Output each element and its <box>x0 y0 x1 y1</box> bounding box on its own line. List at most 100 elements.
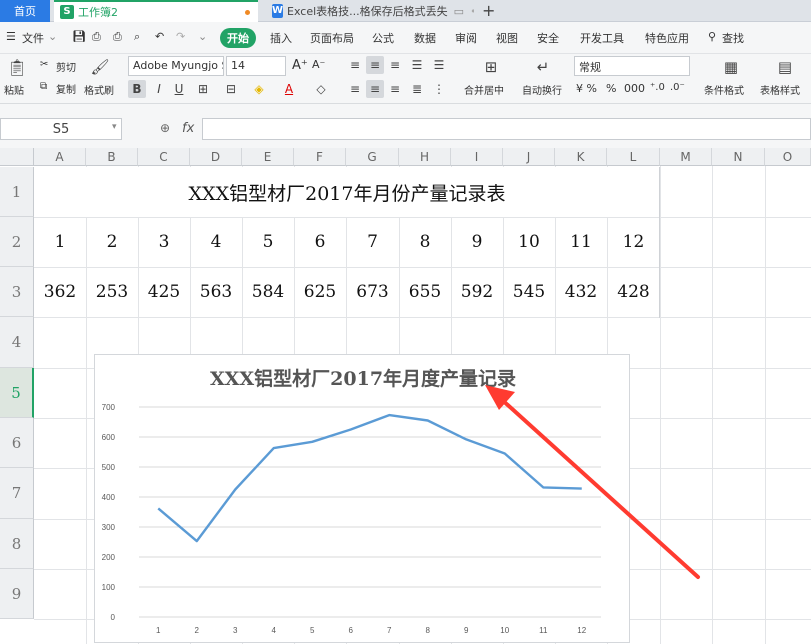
output-cell[interactable]: 584 <box>242 267 294 317</box>
align-center-icon[interactable]: ≡ <box>366 80 384 98</box>
new-tab-button[interactable]: + <box>482 1 495 20</box>
number-format-select[interactable]: 常规 <box>574 56 690 76</box>
tab-home[interactable]: 首页 <box>0 0 50 22</box>
row-header-3[interactable]: 3 <box>0 267 34 317</box>
increase-font-icon[interactable]: A⁺ <box>292 58 308 73</box>
output-cell[interactable]: 428 <box>607 267 660 317</box>
sheet-title-cell[interactable]: XXX铝型材厂2017年月份产量记录表 <box>34 167 660 217</box>
month-cell[interactable]: 11 <box>555 217 607 267</box>
format-painter-button[interactable]: 格式刷 <box>84 82 114 97</box>
output-cell[interactable]: 673 <box>346 267 399 317</box>
formula-input[interactable] <box>202 118 811 140</box>
copy-icon[interactable]: ⧉ <box>40 81 47 92</box>
align-bottom-icon[interactable]: ≡ <box>386 56 404 74</box>
format-painter-icon[interactable]: 🖌︎ <box>90 56 110 78</box>
output-cell[interactable]: 425 <box>138 267 190 317</box>
currency-icon[interactable]: ¥ % <box>576 82 597 95</box>
decrease-font-icon[interactable]: A⁻ <box>312 58 325 71</box>
menu-view[interactable]: 视图 <box>496 30 518 46</box>
column-header-c[interactable]: C <box>138 148 190 166</box>
column-header-l[interactable]: L <box>607 148 660 166</box>
row-header-9[interactable]: 9 <box>0 569 34 619</box>
month-cell[interactable]: 2 <box>86 217 138 267</box>
menu-page-layout[interactable]: 页面布局 <box>310 30 354 46</box>
column-header-i[interactable]: I <box>451 148 503 166</box>
output-cell[interactable]: 592 <box>451 267 503 317</box>
menu-start[interactable]: 开始 <box>220 28 256 48</box>
menu-security[interactable]: 安全 <box>537 30 559 46</box>
column-header-b[interactable]: B <box>86 148 138 166</box>
zoom-icon[interactable]: ⊕ <box>160 121 170 135</box>
name-box-chevron-icon[interactable]: ▾ <box>112 122 117 132</box>
line-chart[interactable]: XXX铝型材厂2017年月度产量记录 0 100 200 300 400 500 600 700… <box>94 354 630 643</box>
row-header-7[interactable]: 7 <box>0 468 34 519</box>
conditional-format-button[interactable]: 条件格式 <box>704 82 744 97</box>
month-cell[interactable]: 9 <box>451 217 503 267</box>
copy-button[interactable]: 复制 <box>56 81 76 96</box>
month-cell[interactable]: 12 <box>607 217 660 267</box>
increase-decimal-icon[interactable]: ⁺.0 <box>650 82 665 93</box>
italic-button[interactable]: I <box>150 80 168 98</box>
cut-icon[interactable]: ✂ <box>40 59 48 70</box>
hamburger-icon[interactable]: ☰ <box>6 30 16 43</box>
column-header-h[interactable]: H <box>399 148 451 166</box>
print-preview-icon[interactable]: ⌕ <box>134 30 140 44</box>
tab-document[interactable]: W Excel表格技...格保存后格式丢失 ▭ • <box>264 0 474 22</box>
column-header-f[interactable]: F <box>294 148 346 166</box>
month-cell[interactable]: 10 <box>503 217 555 267</box>
month-cell[interactable]: 1 <box>34 217 86 267</box>
menu-data[interactable]: 数据 <box>414 30 436 46</box>
table-style-button[interactable]: 表格样式 <box>760 82 800 97</box>
font-size-select[interactable]: 14 <box>226 56 286 76</box>
cut-button[interactable]: 剪切 <box>56 59 76 74</box>
font-name-select[interactable]: Adobe Myungjo S <box>128 56 224 76</box>
column-header-d[interactable]: D <box>190 148 242 166</box>
border-icon[interactable]: ⊞ <box>194 80 212 98</box>
fx-icon[interactable]: fx <box>182 121 194 136</box>
output-cell[interactable]: 563 <box>190 267 242 317</box>
search-icon[interactable]: ⚲ <box>708 30 716 43</box>
align-right-icon[interactable]: ≡ <box>386 80 404 98</box>
chevron-down-icon[interactable]: ⌄ <box>48 30 57 43</box>
column-header-g[interactable]: G <box>346 148 399 166</box>
redo-icon[interactable]: ↷ <box>176 30 185 43</box>
outdent-icon[interactable]: ☰ <box>430 56 448 74</box>
paste-button[interactable]: 粘贴 <box>4 82 24 97</box>
menu-search[interactable]: 查找 <box>722 30 744 46</box>
output-cell[interactable]: 362 <box>34 267 86 317</box>
month-cell[interactable]: 3 <box>138 217 190 267</box>
conditional-format-icon[interactable]: ▦ <box>720 56 742 78</box>
customize-chevron-icon[interactable]: ⌄ <box>198 30 207 43</box>
column-header-o[interactable]: O <box>765 148 811 166</box>
column-header-e[interactable]: E <box>242 148 294 166</box>
distribute-icon[interactable]: ⋮ <box>430 80 448 98</box>
row-header-8[interactable]: 8 <box>0 519 34 569</box>
table-style-icon[interactable]: ▤ <box>774 56 796 78</box>
align-middle-icon[interactable]: ≡ <box>366 56 384 74</box>
month-cell[interactable]: 4 <box>190 217 242 267</box>
select-all-corner[interactable] <box>0 148 34 166</box>
menu-formulas[interactable]: 公式 <box>372 30 394 46</box>
decrease-decimal-icon[interactable]: .0⁻ <box>670 82 685 93</box>
column-header-j[interactable]: J <box>503 148 555 166</box>
output-cell[interactable]: 432 <box>555 267 607 317</box>
row-header-2[interactable]: 2 <box>0 217 34 267</box>
month-cell[interactable]: 7 <box>346 217 399 267</box>
undo-icon[interactable]: ↶ <box>155 30 164 43</box>
menu-review[interactable]: 审阅 <box>455 30 477 46</box>
menu-insert[interactable]: 插入 <box>270 30 292 46</box>
column-header-n[interactable]: N <box>712 148 765 166</box>
align-left-icon[interactable]: ≡ <box>346 80 364 98</box>
fill-color-icon[interactable]: ◈ <box>250 80 268 98</box>
row-header-1[interactable]: 1 <box>0 167 34 217</box>
menu-developer[interactable]: 开发工具 <box>580 30 624 46</box>
justify-icon[interactable]: ≣ <box>408 80 426 98</box>
column-header-m[interactable]: M <box>660 148 712 166</box>
output-cell[interactable]: 625 <box>294 267 346 317</box>
column-header-a[interactable]: A <box>34 148 86 166</box>
merge-center-icon[interactable]: ⊞ <box>480 56 502 78</box>
align-top-icon[interactable]: ≡ <box>346 56 364 74</box>
percent-icon[interactable]: % <box>606 82 616 95</box>
clear-icon[interactable]: ◇ <box>312 80 330 98</box>
month-cell[interactable]: 5 <box>242 217 294 267</box>
